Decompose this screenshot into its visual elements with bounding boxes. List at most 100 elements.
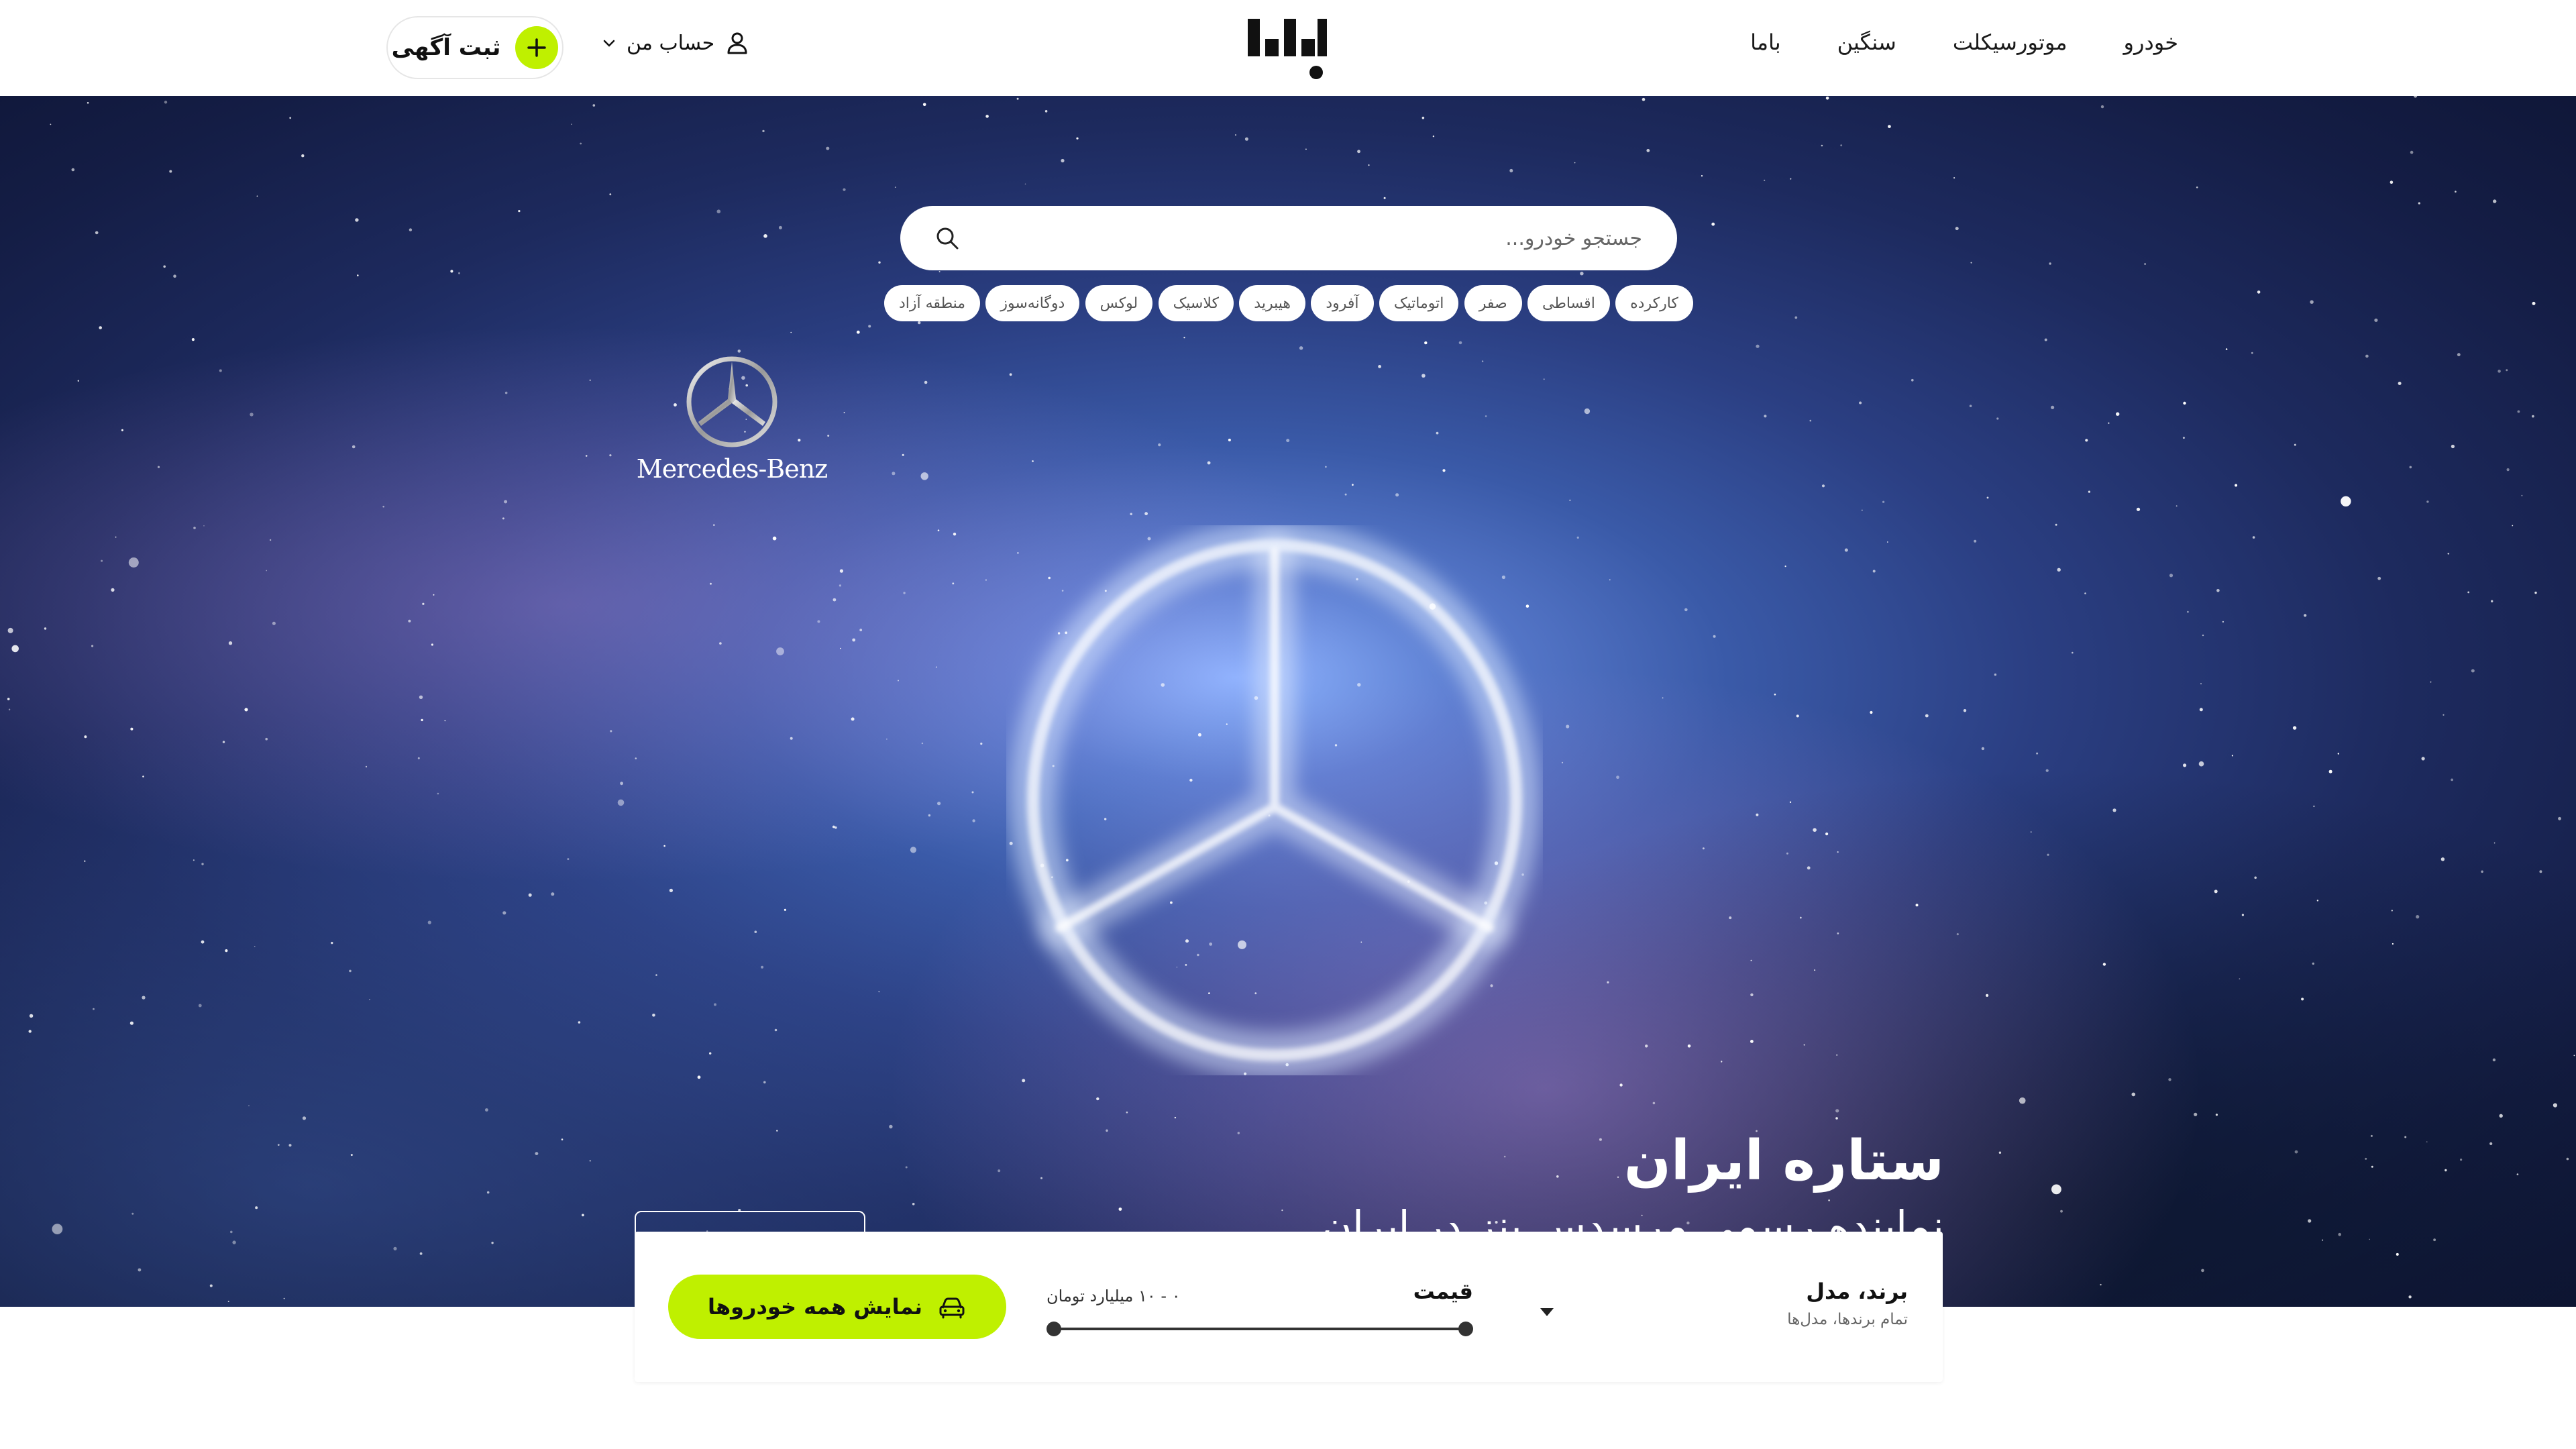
star-dot: [1009, 373, 1012, 376]
car-icon: [939, 1297, 965, 1319]
star-dot: [1886, 541, 1888, 543]
star-dot: [502, 517, 504, 520]
star-dot: [1837, 932, 1839, 934]
star-dot: [610, 730, 612, 733]
star-dot: [938, 270, 941, 272]
post-ad-button[interactable]: ثبت آگهی: [386, 16, 564, 79]
star-dot: [535, 1152, 539, 1155]
star-dot: [350, 1154, 353, 1157]
star-dot: [2338, 1232, 2341, 1236]
bama-logo[interactable]: [1248, 16, 1328, 80]
star-dot: [2030, 831, 2032, 833]
chip-offroad[interactable]: آفرود: [1311, 285, 1374, 321]
star-dot: [1970, 262, 1972, 264]
star-dot: [2539, 870, 2542, 873]
star-dot: [1244, 137, 1248, 141]
star-dot: [1040, 1177, 1042, 1179]
star-dot: [1835, 1117, 1838, 1120]
star-dot: [1458, 341, 1462, 345]
star-dot: [1837, 851, 1839, 853]
star-dot: [713, 524, 715, 526]
star-dot: [1421, 374, 1426, 378]
star-dot: [1963, 709, 1967, 712]
star-dot: [130, 727, 133, 731]
star-dot: [889, 1124, 893, 1129]
star-dot: [2409, 466, 2412, 469]
star-dot: [2534, 591, 2537, 594]
star-dot: [1286, 439, 1290, 443]
star-dot: [1986, 496, 1989, 499]
star-dot: [2102, 963, 2106, 966]
star-dot: [2100, 105, 2104, 109]
chip-free-zone[interactable]: منطقه آزاد: [884, 285, 981, 321]
show-all-cars-button[interactable]: نمایش همه خودروها: [668, 1275, 1006, 1339]
chip-classic[interactable]: کلاسیک: [1158, 285, 1234, 321]
chip-luxury[interactable]: لوکس: [1085, 285, 1153, 321]
star-dot: [1794, 316, 1798, 319]
chip-used[interactable]: کارکرده: [1615, 285, 1693, 321]
chip-dual-fuel[interactable]: دوگانه‌سوز: [985, 285, 1080, 321]
star-dot: [2499, 1114, 2503, 1118]
star-dot: [1022, 1079, 1026, 1083]
star-dot: [1835, 1109, 1839, 1113]
chip-installment[interactable]: اقساطی: [1527, 285, 1610, 321]
search-input[interactable]: [967, 225, 1644, 251]
star-dot: [2451, 444, 2455, 449]
star-dot: [921, 742, 924, 745]
star-dot: [617, 799, 625, 806]
star-dot: [2202, 634, 2204, 637]
star-dot: [1859, 401, 1862, 405]
star-dot: [87, 102, 89, 104]
star-dot: [450, 270, 453, 273]
star-dot: [458, 272, 460, 274]
star-dot: [289, 117, 292, 119]
star-dot: [331, 941, 333, 945]
star-dot: [225, 949, 228, 953]
star-dot: [1130, 513, 1132, 516]
star-dot: [2168, 1078, 2171, 1081]
star-dot: [2294, 1150, 2298, 1154]
star-dot: [609, 454, 612, 457]
star-dot: [2019, 1097, 2026, 1104]
chip-hybrid[interactable]: هیبرید: [1239, 285, 1305, 321]
star-dot: [115, 536, 117, 538]
star-dot: [1096, 1097, 1099, 1101]
price-slider-min-handle[interactable]: [1046, 1322, 1061, 1336]
star-dot: [1809, 419, 1812, 422]
star-dot: [2144, 263, 2146, 265]
star-dot: [1956, 933, 1959, 936]
star-dot: [620, 782, 623, 786]
star-dot: [2072, 651, 2074, 654]
star-dot: [2498, 370, 2501, 373]
nav-item-heavy[interactable]: سنگین: [1837, 30, 1896, 55]
chip-automatic[interactable]: اتوماتیک: [1379, 285, 1459, 321]
star-dot: [2445, 1169, 2447, 1172]
star-dot: [1750, 959, 1752, 961]
star-dot: [1750, 1040, 1754, 1043]
nav-item-bama[interactable]: باما: [1750, 30, 1781, 55]
caret-down-icon[interactable]: [1539, 1307, 1555, 1318]
star-dot: [7, 627, 13, 633]
star-dot: [2310, 300, 2314, 304]
star-dot: [491, 1242, 494, 1244]
star-dot: [77, 380, 80, 382]
search-icon[interactable]: [934, 225, 961, 252]
star-dot: [582, 1214, 584, 1217]
star-dot: [898, 680, 899, 682]
star-dot: [142, 775, 144, 777]
chip-new[interactable]: صفر: [1464, 285, 1522, 321]
star-dot: [2365, 1157, 2367, 1160]
star-dot: [2251, 352, 2253, 354]
star-dot: [1687, 1044, 1691, 1048]
star-dot: [1764, 179, 1766, 181]
price-slider-max-handle[interactable]: [1458, 1322, 1473, 1336]
star-dot: [859, 629, 863, 632]
nav-item-motorcycle[interactable]: موتورسیکلت: [1953, 30, 2068, 55]
brand-model-selector[interactable]: برند، مدل تمام برندها، مدل‌ها: [1787, 1279, 1908, 1328]
account-menu[interactable]: حساب من: [601, 30, 751, 56]
star-dot: [635, 757, 637, 759]
price-slider[interactable]: [1046, 1322, 1473, 1336]
star-dot: [1642, 97, 1646, 101]
star-dot: [219, 369, 222, 372]
nav-item-car[interactable]: خودرو: [2124, 30, 2178, 55]
